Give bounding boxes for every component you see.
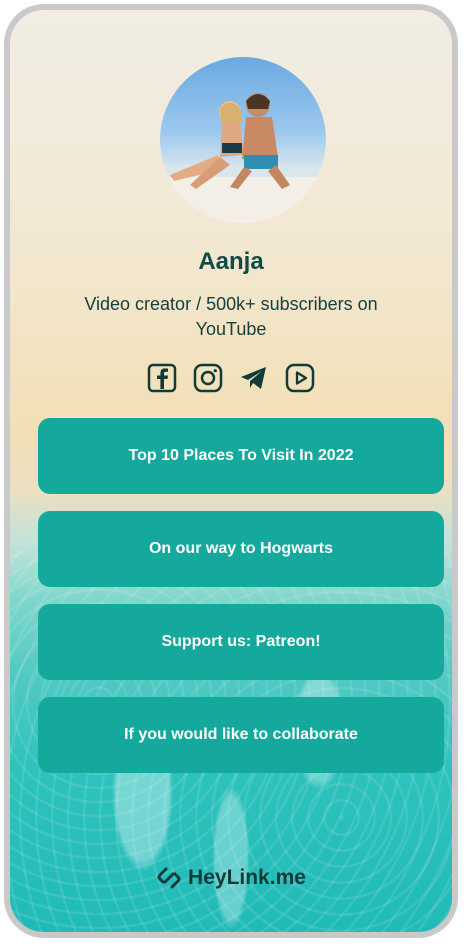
profile-name: Aanja [198,248,264,275]
link-button-patreon[interactable]: Support us: Patreon! [38,604,444,680]
instagram-icon [193,363,223,393]
social-links [10,362,452,394]
phone-frame: Aanja Video creator / 500k+ subscribers … [4,4,458,938]
link-button-top-10-places[interactable]: Top 10 Places To Visit In 2022 [38,418,444,494]
facebook-icon [147,363,177,393]
link-button-collaborate[interactable]: If you would like to collaborate [38,697,444,773]
heylink-logo-icon [157,867,181,889]
link-button-hogwarts[interactable]: On our way to Hogwarts [38,511,444,587]
youtube-icon [285,363,315,393]
facebook-link[interactable] [146,362,178,394]
telegram-link[interactable] [238,362,270,394]
instagram-link[interactable] [192,362,224,394]
profile-bio: Video creator / 500k+ subscribers on You… [84,294,378,339]
brand-label: HeyLink.me [188,866,306,889]
telegram-icon [241,367,266,389]
heylink-brand[interactable]: HeyLink.me [10,865,452,891]
youtube-link[interactable] [284,362,316,394]
avatar [160,57,326,223]
link-list: Top 10 Places To Visit In 2022 On our wa… [38,418,444,790]
couple-beach-photo-icon [160,93,326,223]
